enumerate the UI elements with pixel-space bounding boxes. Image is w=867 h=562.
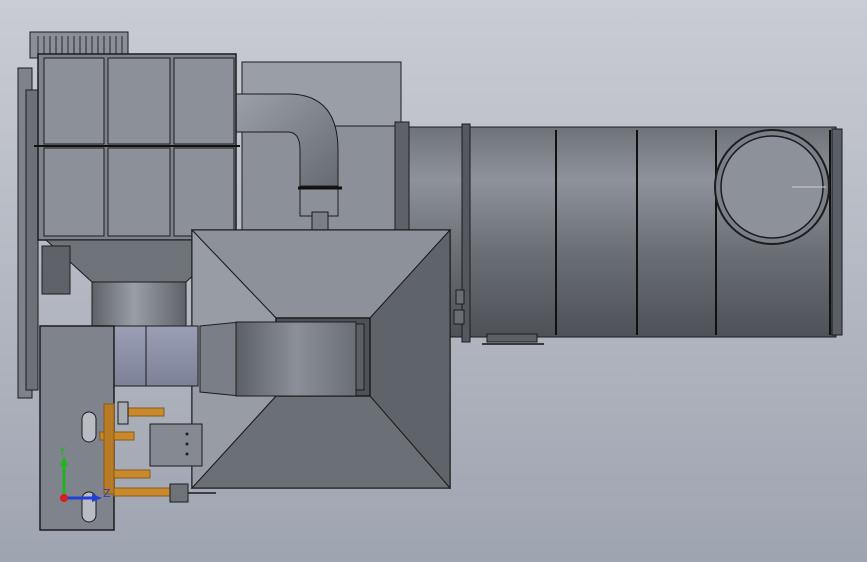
inlet-duct[interactable] — [199, 321, 357, 397]
triad-y-label: Y — [58, 445, 66, 458]
control-box[interactable] — [149, 423, 203, 467]
cad-model-view[interactable]: Y Z — [0, 0, 867, 562]
cylindrical-drum[interactable] — [403, 123, 843, 345]
triad-z-label: Z — [103, 487, 111, 500]
filter-box[interactable] — [34, 53, 240, 241]
triad-x-origin — [60, 494, 68, 502]
cad-viewport[interactable]: Y Z — [0, 0, 867, 562]
